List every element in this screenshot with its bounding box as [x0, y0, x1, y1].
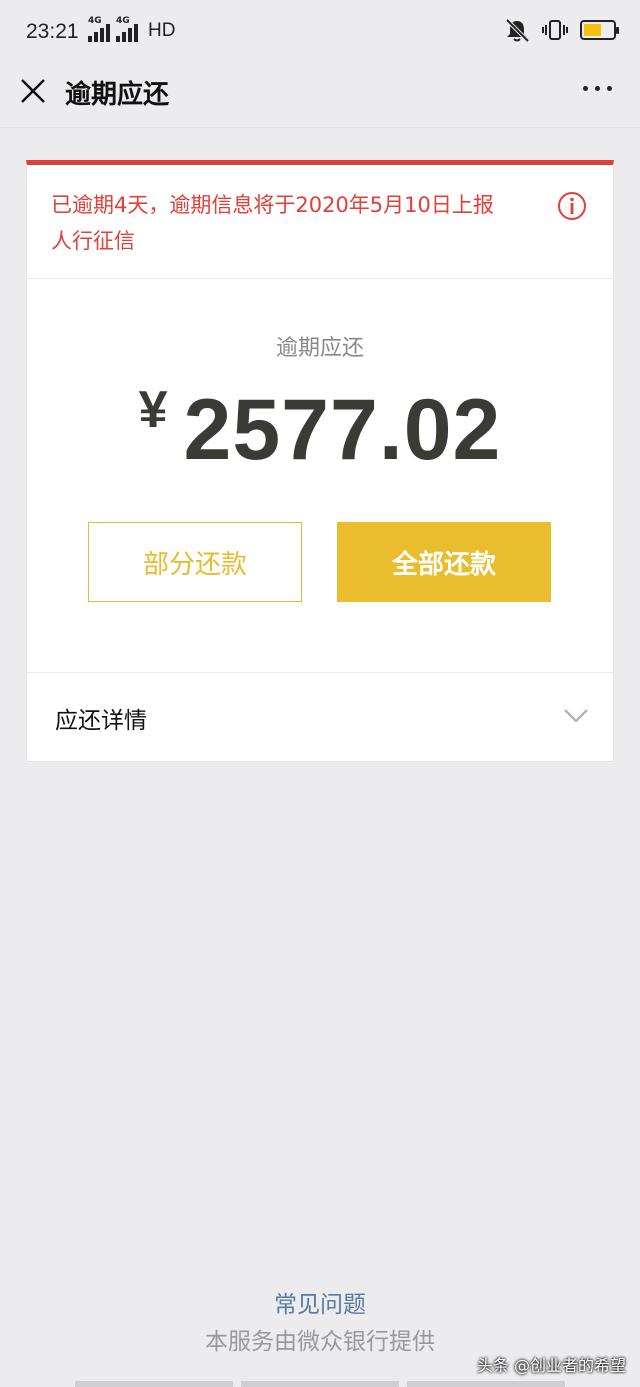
vibrate-icon — [542, 20, 568, 40]
currency-symbol: ¥ — [138, 381, 168, 439]
more-icon[interactable] — [583, 86, 612, 91]
alert-line-2: 人行征信 — [51, 229, 135, 253]
bottom-strips — [75, 1381, 565, 1387]
amount-label: 逾期应还 — [275, 336, 364, 361]
alert-text: 已逾期4天，逾期信息将于2020年5月10日上报 人行征信 — [51, 187, 551, 259]
page-title: 逾期应还 — [65, 80, 170, 110]
hd-label: HD — [148, 20, 176, 41]
status-time: 23:21 — [26, 20, 79, 43]
network-type-label: 4G — [116, 16, 130, 26]
repayment-details-row[interactable]: 应还详情 — [27, 672, 613, 762]
provider-text: 本服务由微众银行提供 — [205, 1329, 435, 1355]
info-icon[interactable] — [557, 191, 587, 221]
alert-line-1: 已逾期4天，逾期信息将于2020年5月10日上报 — [51, 193, 494, 217]
chevron-down-icon — [564, 709, 588, 723]
signal-icon: 4G — [116, 16, 138, 42]
overdue-amount: ¥2577.02 — [27, 380, 613, 480]
close-icon[interactable] — [18, 76, 48, 106]
status-bar: 23:21 4G 4G HD — [0, 0, 640, 62]
partial-repay-button[interactable]: 部分还款 — [88, 522, 302, 602]
full-repay-button[interactable]: 全部还款 — [337, 522, 551, 602]
details-label: 应还详情 — [55, 708, 147, 734]
faq-link[interactable]: 常见问题 — [0, 1285, 640, 1319]
status-right — [504, 18, 619, 42]
mute-icon — [505, 18, 530, 42]
amount-value: 2577.02 — [183, 382, 502, 478]
battery-icon — [580, 20, 619, 40]
network-indicators: 4G 4G HD — [88, 16, 176, 42]
nav-bar: 逾期应还 — [0, 62, 640, 128]
network-type-label: 4G — [88, 16, 102, 26]
repayment-card: 已逾期4天，逾期信息将于2020年5月10日上报 人行征信 逾期应还 ¥2577… — [26, 160, 614, 762]
overdue-alert: 已逾期4天，逾期信息将于2020年5月10日上报 人行征信 — [27, 165, 613, 279]
signal-icon: 4G — [88, 16, 110, 42]
watermark: 头条 @创业者的希望 — [476, 1356, 626, 1375]
